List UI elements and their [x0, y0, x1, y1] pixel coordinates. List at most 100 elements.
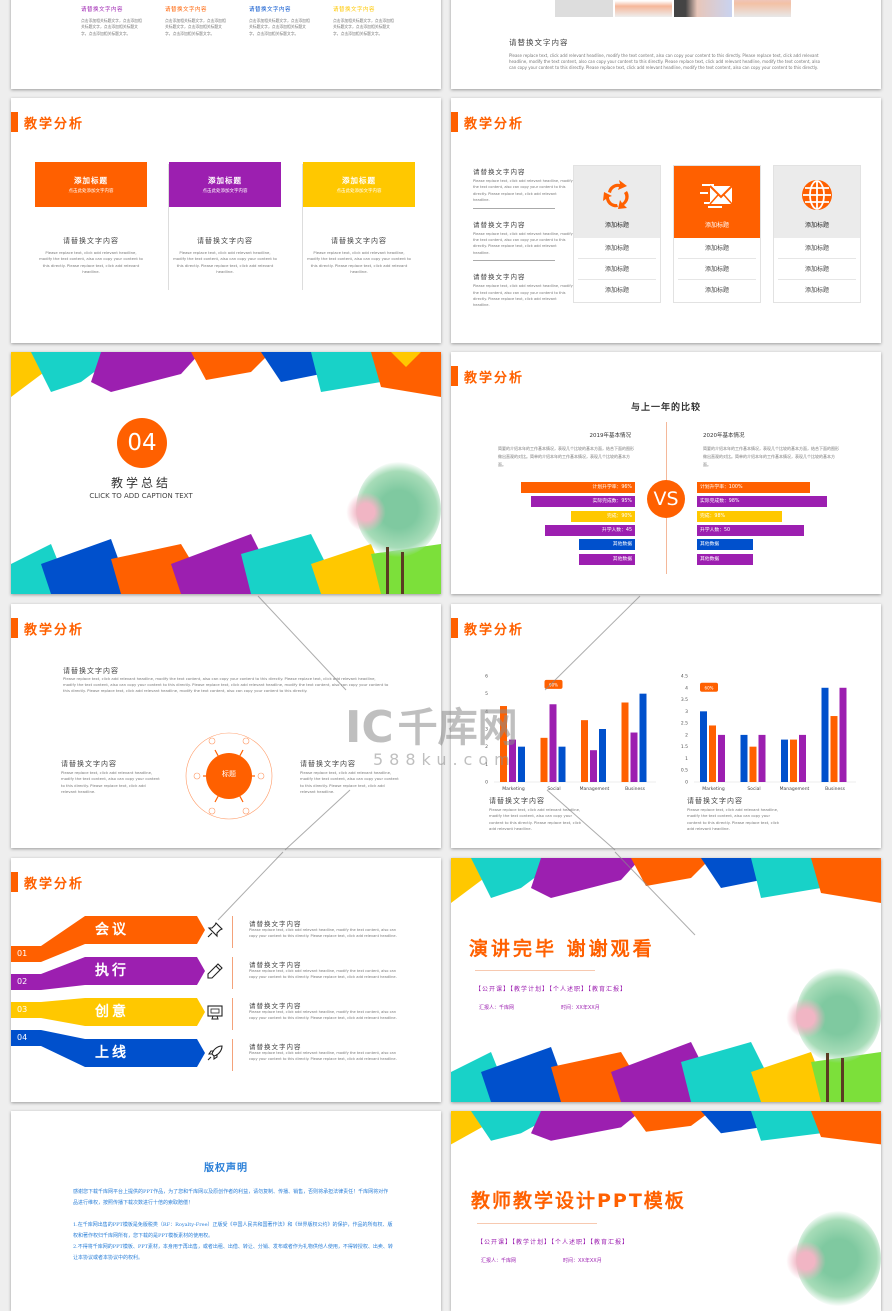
- bar-chart-2: 0 0.5 1 1.5 2 2.5 3 3.5 4 4.5 Marketing Social Manag…: [681, 674, 856, 792]
- bar-mark: [518, 746, 525, 782]
- bar-label: 其他数据: [612, 556, 632, 562]
- y-tick-label: 2.5: [681, 721, 688, 727]
- bar-label: 其他数据: [612, 542, 632, 548]
- right-heading: 请替换文字内容: [300, 760, 356, 768]
- bar-mark: [500, 706, 507, 782]
- slide-10[interactable]: 演讲完毕 谢谢观看 【公开课】【教学计划】【个人述职】【教育汇报】 汇报人：千库…: [451, 858, 881, 1102]
- comparison-bar: 其他数据: [579, 553, 635, 565]
- step-arrow[interactable]: 上线: [85, 1039, 205, 1067]
- bar-mark: [558, 746, 566, 782]
- center-label: 标题: [222, 770, 236, 778]
- bar-label: 其他数据: [700, 556, 720, 562]
- column-title: 请替换文字内容: [333, 7, 376, 13]
- feature-card-row[interactable]: 添加标题: [778, 238, 856, 259]
- slide-1[interactable]: 请替换文字内容 点击添加相关标题文字，点击添加相关标题文字，点击添加相关标题文字，…: [11, 0, 441, 89]
- feature-card[interactable]: 添加标题 添加标题 添加标题 添加标题: [673, 165, 761, 303]
- bar-mark: [718, 734, 725, 782]
- card[interactable]: 添加标题 点击此处添加文字内容 请替换文字内容 Please replace text…: [303, 162, 419, 292]
- card[interactable]: 添加标题 点击此处添加文字内容 请替换文字内容 Please replace text…: [169, 162, 285, 292]
- step-arrow[interactable]: 创意: [85, 998, 205, 1026]
- column-title: 请替换文字内容: [165, 7, 208, 13]
- feature-card[interactable]: 添加标题 添加标题 添加标题 添加标题: [573, 165, 661, 303]
- slide-2[interactable]: 请替换文字内容 Please replace text, click add r…: [451, 0, 881, 89]
- slide-3[interactable]: 教学分析 添加标题 点击此处添加文字内容 请替换文字内容 Please replace…: [11, 98, 441, 343]
- item-text: Please replace text, click add relevant …: [473, 284, 573, 308]
- item-heading: 请替换文字内容: [473, 168, 526, 176]
- slide-header: 教学分析: [11, 112, 84, 132]
- card-header[interactable]: 添加标题 点击此处添加文字内容: [303, 162, 415, 207]
- comparison-bar: 其他数据: [697, 539, 753, 551]
- y-tick-label: 0.5: [681, 768, 688, 774]
- rocket-icon: [207, 1045, 223, 1061]
- reporter: 汇报人：千库网: [479, 1005, 515, 1011]
- feature-card-row[interactable]: 添加标题: [578, 280, 656, 301]
- slide-5[interactable]: 04 教学总结 CLICK TO ADD CAPTION TEXT: [11, 352, 441, 594]
- bar-mark: [590, 750, 597, 782]
- bar-mark: [799, 734, 806, 782]
- closing-title: 演讲完毕 谢谢观看: [469, 938, 655, 960]
- bar-label: 升学人数：45: [601, 527, 632, 533]
- x-tick-label: Management: [780, 786, 810, 792]
- step-connector: [41, 916, 85, 1086]
- feature-card-row[interactable]: 添加标题: [678, 259, 756, 280]
- comparison-bar: 其他数据: [697, 553, 753, 565]
- feature-card-row[interactable]: 添加标题: [678, 238, 756, 259]
- top-text: Please replace text, click add relevant …: [63, 676, 389, 693]
- step-arrow[interactable]: 执行: [85, 957, 205, 985]
- step-arrow[interactable]: 会议: [85, 916, 205, 944]
- card-title: 添加标题: [208, 176, 242, 185]
- globe-icon: [774, 178, 860, 214]
- step-text: Please replace text, click add relevant …: [249, 1010, 397, 1020]
- item-divider: [473, 207, 555, 209]
- step-number: 02: [11, 974, 41, 990]
- card-row: 添加标题 点击此处添加文字内容 请替换文字内容 Please replace text…: [35, 162, 419, 292]
- bar-label: 其他数据: [700, 542, 720, 548]
- card-title: 添加标题: [342, 176, 376, 185]
- cover-title: 教师教学设计PPT模板: [471, 1190, 686, 1212]
- slide-12[interactable]: 教师教学设计PPT模板 【公开课】【教学计划】【个人述职】【教育汇报】 汇报人：…: [451, 1111, 881, 1311]
- recycle-icon: [574, 178, 660, 214]
- comparison-bar: 实际完成数：98%: [697, 496, 827, 508]
- y-tick-label: 1.5: [681, 744, 688, 750]
- comparison-title: 与上一年的比较: [630, 403, 701, 413]
- x-tick-label: Management: [580, 786, 610, 792]
- x-tick-label: Marketing: [502, 786, 525, 792]
- bar-mark: [790, 739, 797, 782]
- feature-card[interactable]: 添加标题 添加标题 添加标题 添加标题: [773, 165, 861, 303]
- step-list: 01 会议 请替换文字内容 Please replace text, click ad…: [11, 916, 441, 1086]
- bar-mark: [509, 739, 516, 782]
- bar-label: 完成：90%: [606, 513, 632, 519]
- text-item: 请替换文字内容 Please replace text, click add re…: [473, 271, 573, 309]
- y-tick-label: 1: [685, 756, 688, 762]
- slide-11[interactable]: 版权声明 感谢您下载千库网平台上提供的PPT作品，为了您和千库网以及原创作者的利…: [11, 1111, 441, 1311]
- feature-card-row[interactable]: 添加标题: [578, 238, 656, 259]
- slide2-heading: 请替换文字内容: [509, 38, 569, 47]
- step-divider: [232, 916, 233, 948]
- slide-9[interactable]: 教学分析 01 会议 请替换文字内容 Please replace text, cli…: [11, 858, 441, 1102]
- bar-mark: [758, 734, 766, 782]
- feature-card-row[interactable]: 添加标题: [678, 280, 756, 301]
- comparison-bar: 升学人数：45: [545, 524, 635, 536]
- watercolor-tree: [786, 1211, 881, 1311]
- card[interactable]: 添加标题 点击此处添加文字内容 请替换文字内容 Please replace text…: [35, 162, 151, 292]
- slide-6[interactable]: 教学分析 与上一年的比较 2019年基本情况 简要的介绍本年的工作基本情况，表现…: [451, 352, 881, 594]
- feature-card-row[interactable]: 添加标题: [778, 259, 856, 280]
- right-text: Please replace text, click add relevant …: [300, 770, 399, 795]
- copyright-paragraph: 1.在千库网出售的PPT模板是免版税类（RF：Royalty-Free）正版受《…: [73, 1222, 393, 1239]
- card-header[interactable]: 添加标题 点击此处添加文字内容: [169, 162, 281, 207]
- card-title: 添加标题: [74, 176, 108, 185]
- y-tick-label: 2: [685, 732, 688, 738]
- feature-card-row[interactable]: 添加标题: [778, 280, 856, 301]
- slide-8[interactable]: 教学分析 0 1 2 3 4 5 6 Marketing Social Management Bus…: [451, 604, 881, 848]
- y-tick-label: 4: [685, 685, 688, 691]
- feature-card-row[interactable]: 添加标题: [578, 259, 656, 280]
- slide-header: 教学分析: [11, 618, 84, 638]
- bar-mark: [781, 739, 788, 782]
- slide-4[interactable]: 教学分析 请替换文字内容 Please replace text, click a…: [451, 98, 881, 343]
- card-text: Please replace text, click add relevant …: [307, 250, 411, 275]
- step-label: 执行: [95, 963, 129, 979]
- card-header[interactable]: 添加标题 点击此处添加文字内容: [35, 162, 147, 207]
- copyright-paragraph: 2.不得将千库网的PPT模板、PPT素材，本身用于再出售，或者出租、出借、转让、…: [73, 1244, 393, 1261]
- step-text: Please replace text, click add relevant …: [249, 969, 397, 979]
- slide-7[interactable]: 教学分析 请替换文字内容 Please replace text, click …: [11, 604, 441, 848]
